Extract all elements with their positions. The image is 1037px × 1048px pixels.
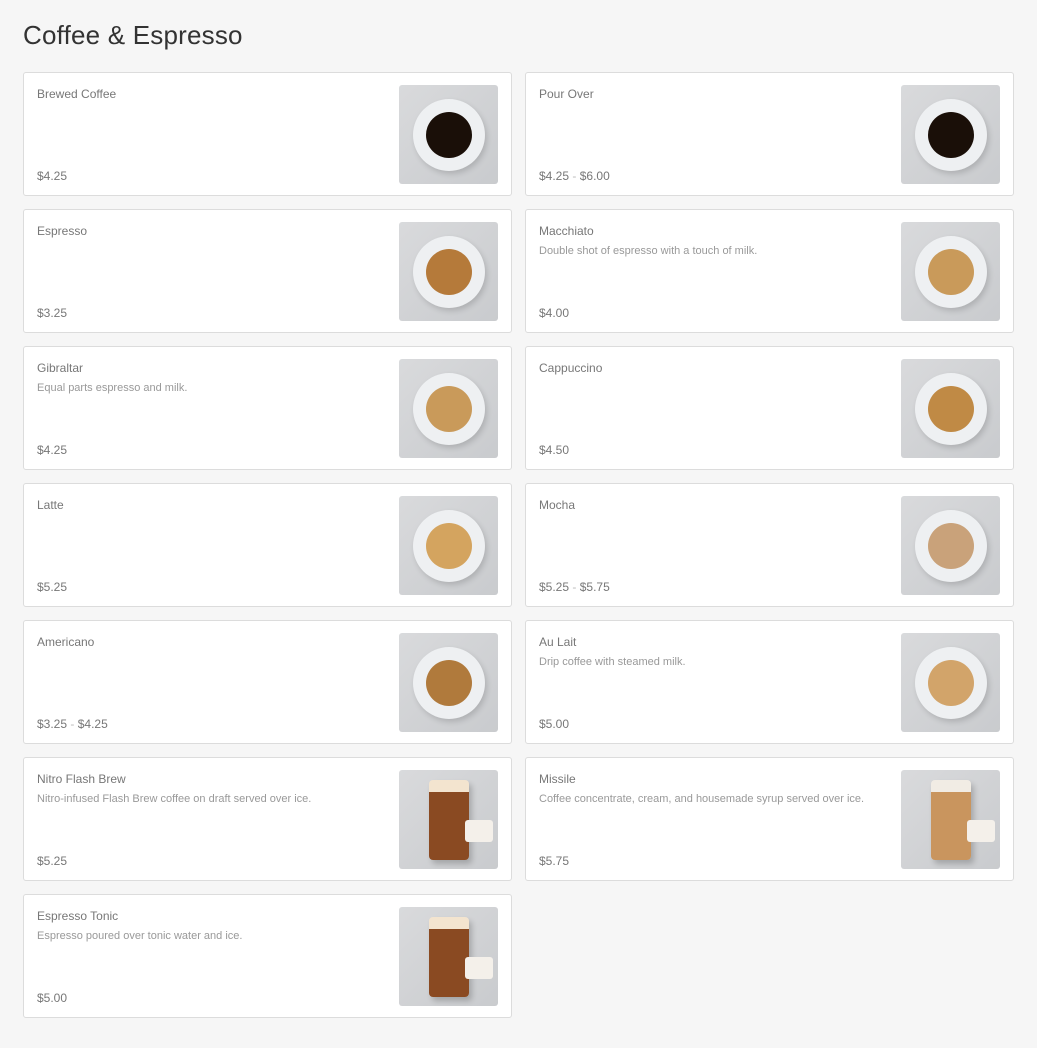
cappuccino-latte-art-image: [901, 359, 1000, 458]
price-value: $3.25: [37, 306, 68, 320]
coffee-liquid-icon: [928, 112, 974, 158]
item-price: $5.00: [539, 717, 569, 731]
glass-icon: [931, 780, 995, 860]
item-price: $4.25 - $6.00: [539, 169, 610, 183]
price-separator: -: [70, 717, 75, 731]
item-name: Mocha: [539, 498, 576, 512]
menu-item-card[interactable]: Mocha $5.25 - $5.75: [525, 483, 1014, 607]
au-lait-latte-art-image: [901, 633, 1000, 732]
item-price: $5.25 - $5.75: [539, 580, 610, 594]
price-value: $5.75: [579, 580, 610, 594]
nitro-glass-image: [399, 770, 498, 869]
macchiato-latte-art-image: [901, 222, 1000, 321]
menu-item-card[interactable]: Brewed Coffee $4.25: [23, 72, 512, 196]
menu-item-card[interactable]: Au Lait Drip coffee with steamed milk. $5.…: [525, 620, 1014, 744]
price-value: $4.25: [37, 443, 68, 457]
menu-item-card[interactable]: Espresso Tonic Espresso poured over tonic…: [23, 894, 512, 1018]
item-name: Espresso Tonic: [37, 909, 119, 923]
item-name: Espresso: [37, 224, 88, 238]
price-value: $4.25: [77, 717, 108, 731]
item-name: Macchiato: [539, 224, 594, 238]
item-name: Pour Over: [539, 87, 594, 101]
menu-item-card[interactable]: Pour Over $4.25 - $6.00: [525, 72, 1014, 196]
coffee-liquid-icon: [426, 112, 472, 158]
price-value: $4.50: [539, 443, 570, 457]
item-price: $4.25: [37, 169, 67, 183]
price-value: $5.25: [539, 580, 570, 594]
item-description: Drip coffee with steamed milk.: [539, 656, 686, 668]
item-price: $5.75: [539, 854, 569, 868]
coffee-liquid-icon: [426, 523, 472, 569]
item-name: Americano: [37, 635, 95, 649]
coffee-liquid-icon: [928, 660, 974, 706]
item-price: $5.00: [37, 991, 67, 1005]
item-name: Nitro Flash Brew: [37, 772, 126, 786]
latte-art-image: [399, 496, 498, 595]
elephant-label-icon: [465, 820, 493, 842]
item-price: $4.50: [539, 443, 569, 457]
americano-cup-image: [399, 633, 498, 732]
glass-icon: [429, 917, 493, 997]
menu-item-card[interactable]: Nitro Flash Brew Nitro-infused Flash Brew…: [23, 757, 512, 881]
price-value: $5.25: [37, 854, 68, 868]
page-title: Coffee & Espresso: [23, 20, 243, 50]
coffee-liquid-icon: [426, 249, 472, 295]
menu-item-card[interactable]: Gibraltar Equal parts espresso and milk. $…: [23, 346, 512, 470]
price-value: $4.00: [539, 306, 570, 320]
item-description: Coffee concentrate, cream, and housemade…: [539, 793, 865, 805]
price-value: $4.25: [539, 169, 570, 183]
coffee-liquid-icon: [426, 386, 472, 432]
menu-item-card[interactable]: Missile Coffee concentrate, cream, and ho…: [525, 757, 1014, 881]
item-description: Nitro-infused Flash Brew coffee on draft…: [37, 793, 312, 805]
menu-item-card[interactable]: Cappuccino $4.50: [525, 346, 1014, 470]
price-value: $5.75: [539, 854, 570, 868]
menu-grid: Brewed Coffee $4.25 Pour Over $4.25 - $6.00…: [23, 72, 1014, 1018]
espresso-tonic-glass-image: [399, 907, 498, 1006]
menu-item-card[interactable]: Macchiato Double shot of espresso with a …: [525, 209, 1014, 333]
pour-over-carafe-image: [901, 85, 1000, 184]
elephant-label-icon: [967, 820, 995, 842]
menu-item-card[interactable]: Latte $5.25: [23, 483, 512, 607]
glass-icon: [429, 780, 493, 860]
item-name: Brewed Coffee: [37, 87, 117, 101]
price-value: $5.00: [539, 717, 570, 731]
item-name: Cappuccino: [539, 361, 603, 375]
item-price: $4.25: [37, 443, 67, 457]
price-value: $4.25: [37, 169, 68, 183]
item-description: Double shot of espresso with a touch of …: [539, 245, 758, 257]
item-price: $5.25: [37, 580, 67, 594]
item-price: $3.25: [37, 306, 67, 320]
espresso-cup-image: [399, 222, 498, 321]
missile-glass-image: [901, 770, 1000, 869]
menu-item-card[interactable]: Americano $3.25 - $4.25: [23, 620, 512, 744]
menu-item-card[interactable]: Espresso $3.25: [23, 209, 512, 333]
coffee-liquid-icon: [928, 523, 974, 569]
item-price: $4.00: [539, 306, 569, 320]
item-name: Missile: [539, 772, 576, 786]
black-coffee-mug-image: [399, 85, 498, 184]
elephant-label-icon: [465, 957, 493, 979]
price-value: $6.00: [579, 169, 610, 183]
item-price: $3.25 - $4.25: [37, 717, 108, 731]
price-separator: -: [572, 169, 577, 183]
item-description: Espresso poured over tonic water and ice…: [37, 930, 243, 942]
item-name: Latte: [37, 498, 64, 512]
price-value: $5.25: [37, 580, 68, 594]
item-name: Au Lait: [539, 635, 577, 649]
item-description: Equal parts espresso and milk.: [37, 382, 188, 394]
mocha-latte-art-image: [901, 496, 1000, 595]
gibraltar-glass-image: [399, 359, 498, 458]
coffee-liquid-icon: [928, 249, 974, 295]
item-name: Gibraltar: [37, 361, 84, 375]
price-value: $5.00: [37, 991, 68, 1005]
price-value: $3.25: [37, 717, 68, 731]
price-separator: -: [572, 580, 577, 594]
item-price: $5.25: [37, 854, 67, 868]
coffee-liquid-icon: [426, 660, 472, 706]
coffee-liquid-icon: [928, 386, 974, 432]
